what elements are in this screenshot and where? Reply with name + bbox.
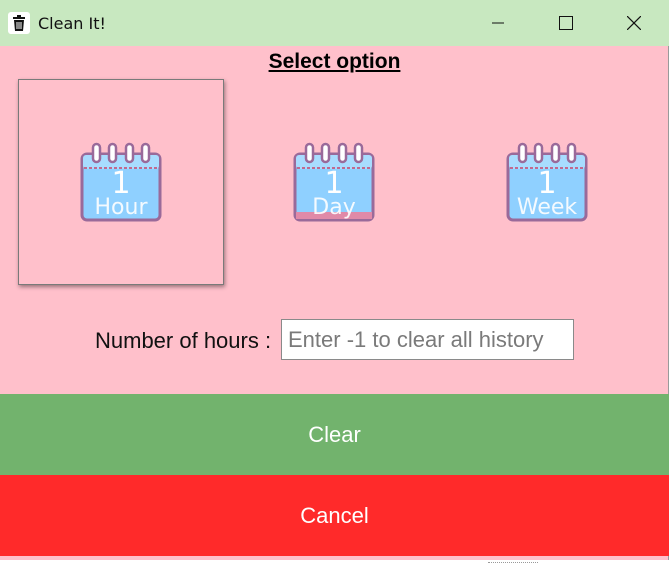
page-title: Select option <box>268 50 401 73</box>
title-bar[interactable]: Clean It! <box>0 0 669 46</box>
calendar-icon: 1 Week <box>506 142 588 222</box>
option-hour-button[interactable]: 1 Hour <box>18 79 224 285</box>
cancel-button[interactable]: Cancel <box>0 475 669 556</box>
close-button[interactable] <box>600 0 668 46</box>
maximize-button[interactable] <box>532 0 600 46</box>
calendar-icon: 1 Day <box>293 142 375 222</box>
app-window: Clean It! Select option 1 Hour 1 Day 1 W… <box>0 0 669 560</box>
option-day-button[interactable]: 1 Day <box>231 79 437 285</box>
hours-input[interactable] <box>281 319 574 360</box>
option-week-button[interactable]: 1 Week <box>444 79 650 285</box>
minimize-icon <box>492 22 504 24</box>
clear-button[interactable]: Clear <box>0 394 669 475</box>
hours-row: Number of hours : <box>0 319 669 361</box>
hours-label: Number of hours : <box>95 328 272 353</box>
maximize-icon <box>559 16 573 30</box>
option-unit: Day <box>312 195 356 220</box>
calendar-icon: 1 Hour <box>80 142 162 222</box>
option-unit: Hour <box>94 195 148 220</box>
close-icon <box>627 16 641 30</box>
background-edge <box>488 562 538 566</box>
window-title: Clean It! <box>38 13 106 33</box>
trash-icon <box>8 12 30 34</box>
option-unit: Week <box>516 195 578 220</box>
minimize-button[interactable] <box>464 0 532 46</box>
